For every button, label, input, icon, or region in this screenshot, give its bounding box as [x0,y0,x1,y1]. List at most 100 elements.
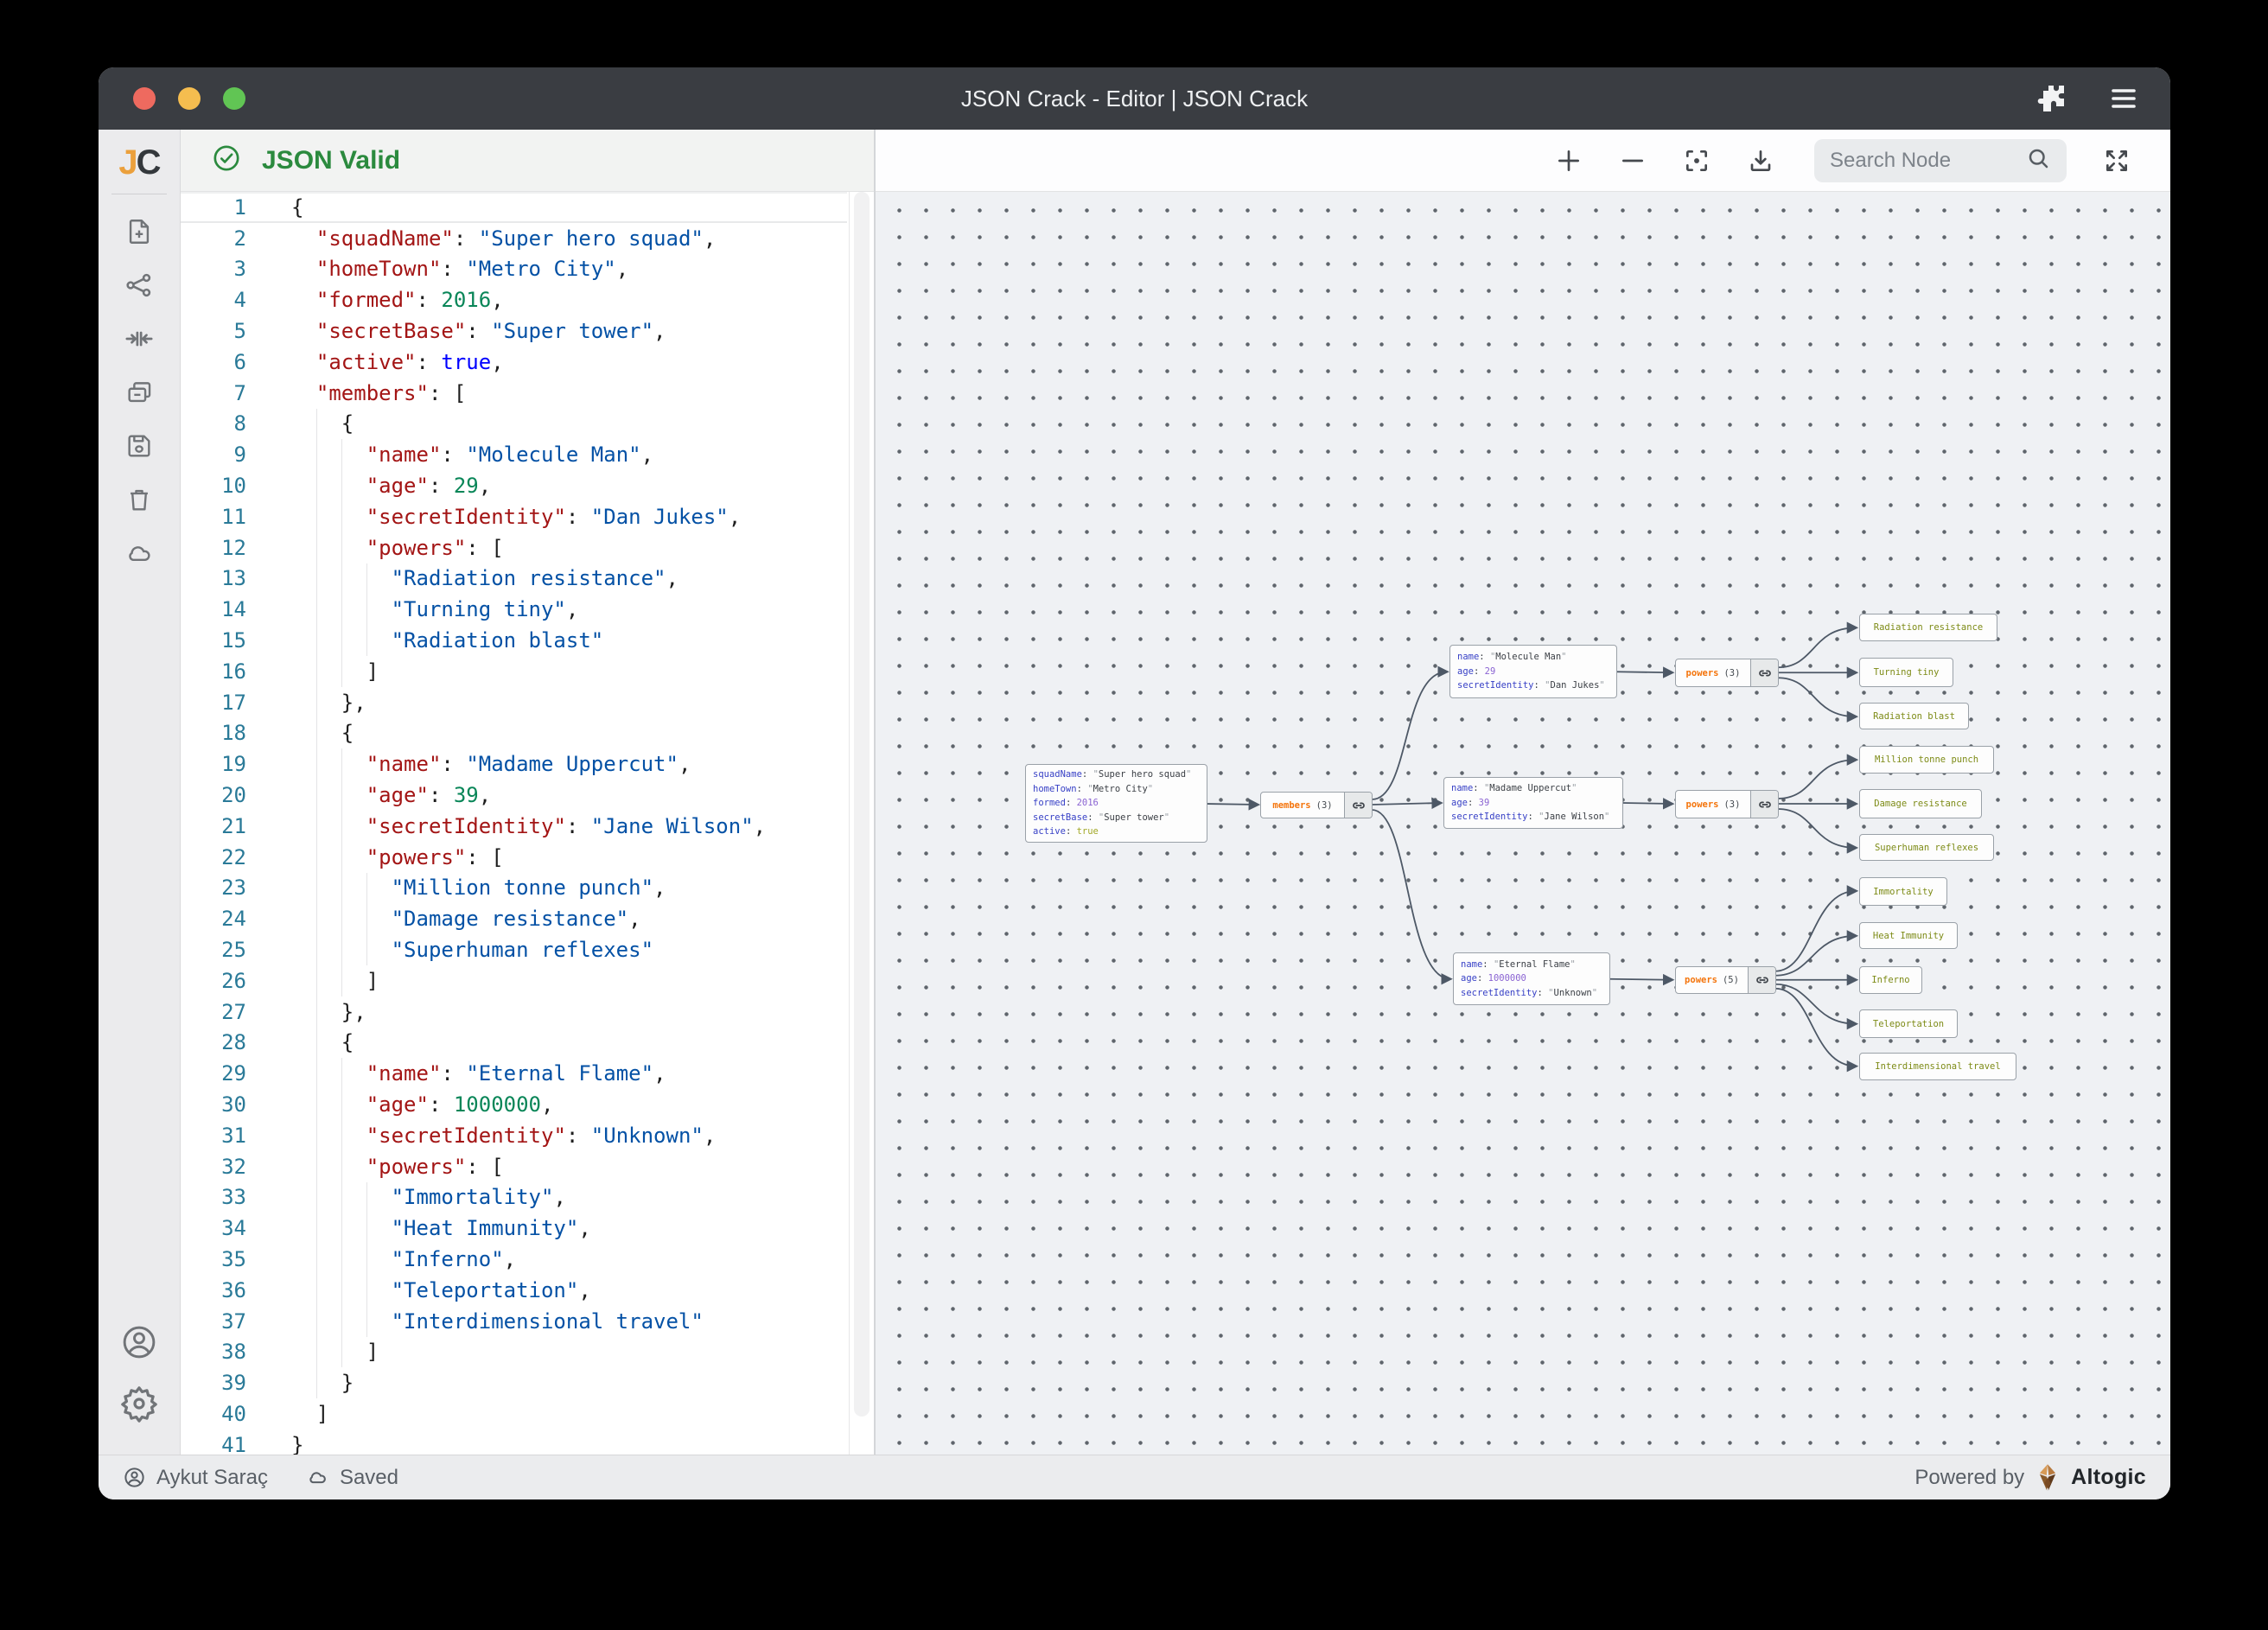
graph-node-members[interactable]: members(3) [1260,792,1373,818]
editor-line: 20 "age": 39, [181,780,874,811]
editor-scrollbar[interactable] [849,192,874,1455]
editor-line: 12 "powers": [ [181,532,874,563]
jsoncrack-logo[interactable]: JC [118,145,159,180]
minimize-window-button[interactable] [178,87,201,110]
zoom-out-button[interactable] [1619,147,1647,175]
account-status[interactable]: Aykut Saraç [123,1466,268,1490]
line-number: 16 [181,659,246,684]
editor-line: 11 "secretIdentity": "Dan Jukes", [181,501,874,532]
close-window-button[interactable] [133,87,156,110]
graph-node-powers-2[interactable]: powers(5) [1675,966,1776,994]
collapse-link-icon[interactable] [1748,967,1775,993]
line-number: 33 [181,1185,246,1209]
new-file-icon[interactable] [124,217,154,246]
fullscreen-button[interactable] [2103,147,2131,175]
graph-node-power-1-0[interactable]: Million tonne punch [1859,746,1994,774]
extension-puzzle-icon[interactable] [2035,83,2067,114]
indent-guide [341,439,342,686]
collapse-nodes-icon[interactable] [124,324,154,353]
editor-line: 26 ] [181,965,874,996]
search-icon[interactable] [2025,145,2051,175]
menu-hamburger-icon[interactable] [2108,83,2139,114]
statusbar: Aykut Saraç Saved Powered by Altogic [99,1455,2170,1499]
graph-toolbar [876,130,2170,192]
delete-trash-icon[interactable] [124,485,154,514]
center-view-button[interactable] [1683,147,1711,175]
copy-icon[interactable] [124,378,154,407]
share-graph-icon[interactable] [124,271,154,300]
editor-line: 4 "formed": 2016, [181,284,874,315]
indent-guide [341,748,342,996]
save-status: Saved [306,1466,398,1490]
graph-canvas[interactable]: squadName: "Super hero squad"homeTown: "… [876,192,2170,1455]
line-number: 26 [181,969,246,993]
graph-node-power-2-0[interactable]: Immortality [1859,877,1947,906]
graph-node-power-0-0[interactable]: Radiation resistance [1859,614,1997,641]
graph-node-member-0[interactable]: name: "Molecule Man"age: 29secretIdentit… [1449,645,1617,698]
line-number: 19 [181,752,246,776]
indent-guide [366,1182,367,1337]
traffic-lights [133,87,245,110]
editor-line: 22 "powers": [ [181,842,874,873]
collapse-link-icon[interactable] [1750,659,1778,686]
editor-line: 36 "Teleportation", [181,1275,874,1306]
editor-line: 25 "Superhuman reflexes" [181,934,874,965]
graph-node-powers-1[interactable]: powers(3) [1675,790,1779,818]
graph-node-root[interactable]: squadName: "Super hero squad"homeTown: "… [1025,764,1207,843]
graph-node-member-2[interactable]: name: "Eternal Flame"age: 1000000secretI… [1453,952,1610,1005]
settings-gear-icon[interactable] [119,1384,159,1423]
zoom-window-button[interactable] [223,87,245,110]
line-number: 35 [181,1247,246,1271]
editor-line: 39 } [181,1367,874,1398]
zoom-in-button[interactable] [1555,147,1583,175]
graph-node-power-2-3[interactable]: Teleportation [1859,1009,1958,1038]
json-code-editor[interactable]: 1{2 "squadName": "Super hero squad",3 "h… [181,192,874,1455]
altogic-brand: Altogic [2071,1465,2146,1490]
editor-line: 30 "age": 1000000, [181,1089,874,1120]
editor-line: 41} [181,1429,874,1455]
graph-node-member-1[interactable]: name: "Madame Uppercut"age: 39secretIden… [1443,777,1623,829]
powered-by[interactable]: Powered by Altogic [1914,1463,2146,1493]
editor-line: 16 ] [181,656,874,687]
line-number: 17 [181,691,246,715]
graph-node-power-1-2[interactable]: Superhuman reflexes [1859,834,1994,861]
account-icon[interactable] [120,1323,158,1361]
json-valid-status: JSON Valid [262,146,400,175]
username: Aykut Saraç [156,1466,268,1490]
editor-line: 5 "secretBase": "Super tower", [181,315,874,347]
line-number: 37 [181,1309,246,1334]
editor-line: 14 "Turning tiny", [181,594,874,625]
line-number: 3 [181,257,246,281]
indent-guide [366,873,367,965]
line-number: 27 [181,1000,246,1024]
collapse-link-icon[interactable] [1344,793,1372,818]
graph-pane: squadName: "Super hero squad"homeTown: "… [874,130,2170,1455]
line-number: 41 [181,1433,246,1455]
editor-line: 9 "name": "Molecule Man", [181,439,874,470]
editor-status-header: JSON Valid [181,130,874,192]
line-number: 28 [181,1030,246,1054]
graph-node-power-0-1[interactable]: Turning tiny [1859,658,1953,687]
editor-line: 2 "squadName": "Super hero squad", [181,223,874,254]
download-image-button[interactable] [1747,147,1774,175]
graph-node-power-2-4[interactable]: Interdimensional travel [1859,1053,2016,1080]
save-icon[interactable] [124,431,154,461]
collapse-link-icon[interactable] [1750,791,1778,818]
search-node-box[interactable] [1814,139,2067,182]
graph-node-power-1-1[interactable]: Damage resistance [1859,789,1982,818]
graph-node-power-2-1[interactable]: Heat Immunity [1859,922,1958,949]
line-number: 6 [181,350,246,374]
line-number: 24 [181,907,246,931]
graph-node-powers-0[interactable]: powers(3) [1675,659,1779,687]
graph-node-power-0-2[interactable]: Radiation blast [1859,703,1969,729]
indent-guide [341,1058,342,1367]
editor-line: 8 { [181,409,874,440]
indent-guide [316,409,317,1399]
search-node-input[interactable] [1830,149,2025,173]
cloud-icon[interactable] [124,538,154,568]
editor-line: 27 }, [181,996,874,1028]
editor-line: 19 "name": "Madame Uppercut", [181,748,874,780]
graph-node-power-2-2[interactable]: Inferno [1859,966,1922,994]
editor-line: 33 "Immortality", [181,1182,874,1213]
editor-line: 6 "active": true, [181,347,874,378]
